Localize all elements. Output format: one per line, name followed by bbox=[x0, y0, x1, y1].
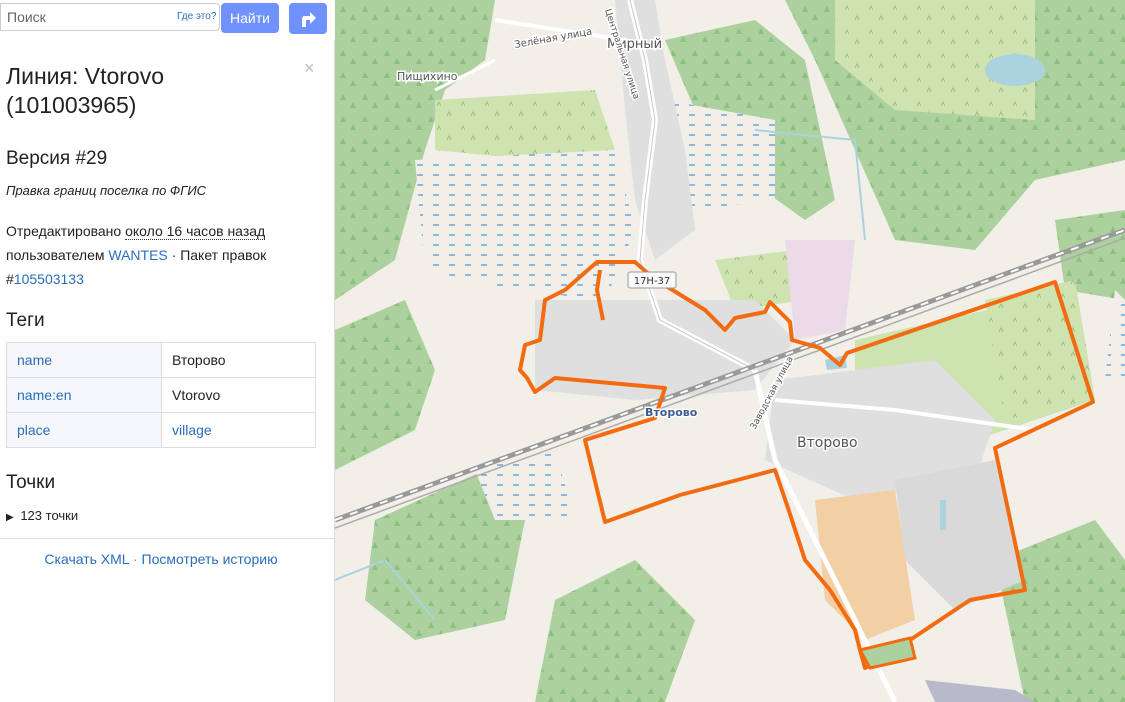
table-row: name:en Vtorovo bbox=[6, 377, 316, 413]
edited-prefix: Отредактировано bbox=[6, 223, 126, 239]
table-row: name Второво bbox=[6, 342, 316, 378]
feature-title: Линия: Vtorovo (101003965) bbox=[6, 63, 164, 118]
changeset-link[interactable]: 105503133 bbox=[14, 271, 84, 287]
edited-time: около 16 часов назад bbox=[125, 223, 266, 240]
directions-button[interactable] bbox=[289, 3, 327, 34]
edit-details: Отредактировано около 16 часов назад пол… bbox=[6, 219, 326, 291]
version-heading: Версия #29 bbox=[6, 148, 108, 169]
close-icon[interactable]: × bbox=[304, 58, 315, 79]
tag-value: Vtorovo bbox=[161, 377, 316, 413]
changeset-comment: Правка границ поселка по ФГИС bbox=[6, 183, 207, 198]
view-history-link[interactable]: Посмотреть историю bbox=[142, 551, 278, 567]
search-bar: Где это? Найти bbox=[0, 0, 335, 40]
footer-separator: · bbox=[129, 551, 142, 567]
triangle-right-icon: ▶ bbox=[6, 512, 14, 523]
tag-value: Второво bbox=[161, 342, 316, 378]
nodes-toggle[interactable]: ▶ 123 точки bbox=[6, 508, 78, 523]
map-label-vtorovo: Второво bbox=[797, 435, 858, 451]
tag-value[interactable]: village bbox=[161, 412, 316, 448]
table-row: place village bbox=[6, 412, 316, 448]
by-label: пользователем bbox=[6, 247, 109, 263]
directions-icon bbox=[302, 12, 316, 27]
search-button[interactable]: Найти bbox=[221, 3, 279, 33]
tags-heading: Теги bbox=[6, 310, 45, 331]
map-view[interactable]: 17Н-37 Мирный Зелёная улица Пищихино Вто… bbox=[335, 0, 1125, 702]
user-link[interactable]: WANTES bbox=[108, 247, 167, 263]
divider bbox=[0, 538, 335, 539]
nodes-count: 123 точки bbox=[20, 508, 79, 523]
tag-key[interactable]: name:en bbox=[6, 377, 162, 413]
tag-key[interactable]: place bbox=[6, 412, 162, 448]
tag-key[interactable]: name bbox=[6, 342, 162, 378]
map-label-pishchikhino: Пищихино bbox=[397, 70, 458, 83]
where-is-this-link[interactable]: Где это? bbox=[177, 11, 216, 22]
map-label-station: Второво bbox=[645, 406, 698, 419]
road-shield-label: 17Н-37 bbox=[634, 276, 671, 287]
sidebar: Где это? Найти × Линия: Vtorovo (1010039… bbox=[0, 0, 335, 702]
tags-table: name Второво name:en Vtorovo place villa… bbox=[6, 342, 316, 448]
nodes-heading: Точки bbox=[6, 472, 56, 493]
map-canvas[interactable]: 17Н-37 Мирный Зелёная улица Пищихино Вто… bbox=[335, 0, 1125, 702]
download-xml-link[interactable]: Скачать XML bbox=[44, 551, 129, 567]
footer-links: Скачать XML · Посмотреть историю bbox=[0, 551, 322, 567]
